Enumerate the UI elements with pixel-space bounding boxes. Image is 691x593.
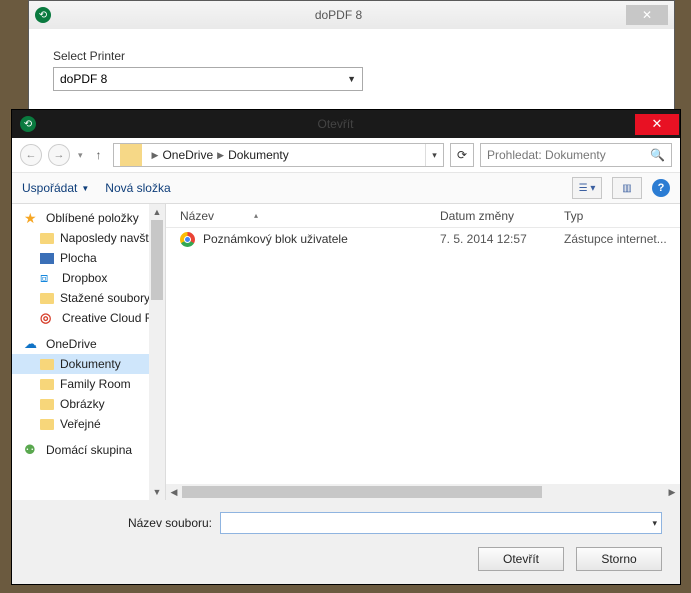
scroll-down-icon[interactable]: ▼: [149, 484, 165, 500]
dopdf-title: doPDF 8: [51, 8, 626, 22]
folder-icon: [40, 419, 54, 430]
chevron-down-icon: ▾: [652, 518, 657, 529]
scroll-right-icon[interactable]: ▶: [664, 487, 680, 498]
folder-icon: [40, 233, 54, 244]
preview-pane-button[interactable]: ▥: [612, 177, 642, 199]
content-area: ★Oblíbené položky Naposledy navšt Plocha…: [12, 204, 680, 500]
list-h-scrollbar[interactable]: ◀ ▶: [166, 484, 680, 500]
tree-favorites[interactable]: ★Oblíbené položky: [12, 208, 165, 228]
tree-onedrive[interactable]: ☁OneDrive: [12, 334, 165, 354]
tree-public[interactable]: Veřejné: [12, 414, 165, 434]
cancel-button[interactable]: Storno: [576, 547, 662, 571]
nav-back-button[interactable]: ←: [20, 144, 42, 166]
scrollbar-thumb[interactable]: [151, 220, 163, 300]
dopdf-titlebar: ⟲ doPDF 8 ✕: [29, 1, 674, 29]
column-type[interactable]: Typ: [550, 209, 680, 223]
column-date[interactable]: Datum změny: [426, 209, 550, 223]
sort-indicator-icon: ▴: [254, 211, 258, 220]
toolbar: Uspořádat ▼ Nová složka ☰ ▾ ▥ ?: [12, 172, 680, 204]
folder-icon: [40, 293, 54, 304]
desktop-icon: [40, 253, 54, 264]
file-name-cell: Poznámkový blok uživatele: [166, 232, 426, 247]
refresh-button[interactable]: ⟳: [450, 143, 474, 167]
chevron-right-icon: ▶: [148, 150, 163, 161]
nav-row: ← → ▾ ↑ ▶ OneDrive ▶ Dokumenty ▾ ⟳ Prohl…: [12, 138, 680, 172]
organize-menu[interactable]: Uspořádat ▼: [22, 181, 89, 195]
search-placeholder: Prohledat: Dokumenty: [487, 148, 606, 162]
dialog-app-icon: ⟲: [20, 116, 36, 132]
search-icon: 🔍: [650, 148, 665, 162]
file-open-dialog: ⟲ Otevřít ✕ ← → ▾ ↑ ▶ OneDrive ▶ Dokumen…: [12, 110, 680, 584]
tree-homegroup[interactable]: ⚉Domácí skupina: [12, 440, 165, 460]
filename-row: Název souboru: ▾: [12, 500, 680, 540]
tree-pictures[interactable]: Obrázky: [12, 394, 165, 414]
breadcrumb-dropdown[interactable]: ▾: [425, 144, 443, 166]
nav-up-button[interactable]: ↑: [91, 148, 107, 162]
homegroup-icon: ⚉: [24, 442, 40, 458]
help-button[interactable]: ?: [652, 179, 670, 197]
scroll-left-icon[interactable]: ◀: [166, 487, 182, 498]
chrome-icon: [180, 232, 195, 247]
new-folder-button[interactable]: Nová složka: [105, 181, 170, 195]
scrollbar-thumb[interactable]: [182, 486, 542, 498]
tree-scrollbar[interactable]: ▲ ▼: [149, 204, 165, 500]
view-mode-button[interactable]: ☰ ▾: [572, 177, 602, 199]
filename-label: Název souboru:: [30, 516, 220, 530]
file-list: Název▴ Datum změny Typ Poznámkový blok u…: [166, 204, 680, 500]
nav-forward-button[interactable]: →: [48, 144, 70, 166]
search-input[interactable]: Prohledat: Dokumenty 🔍: [480, 143, 672, 167]
dialog-title: Otevřít: [36, 117, 635, 131]
tree-family-room[interactable]: Family Room: [12, 374, 165, 394]
tree-dropbox[interactable]: ⧈Dropbox: [12, 268, 165, 288]
printer-select[interactable]: doPDF 8 ▼: [53, 67, 363, 91]
breadcrumb-onedrive[interactable]: OneDrive: [162, 148, 213, 162]
folder-icon: [120, 144, 142, 166]
chevron-right-icon: ▶: [213, 150, 228, 161]
breadcrumb-dokumenty[interactable]: Dokumenty: [228, 148, 289, 162]
column-name[interactable]: Název▴: [166, 209, 426, 223]
nav-tree: ★Oblíbené položky Naposledy navšt Plocha…: [12, 204, 166, 500]
dopdf-app-icon: ⟲: [35, 7, 51, 23]
tree-recent[interactable]: Naposledy navšt: [12, 228, 165, 248]
tree-desktop[interactable]: Plocha: [12, 248, 165, 268]
dopdf-close-button[interactable]: ✕: [626, 5, 668, 25]
folder-icon: [40, 379, 54, 390]
breadcrumb[interactable]: ▶ OneDrive ▶ Dokumenty ▾: [113, 143, 444, 167]
select-printer-label: Select Printer: [53, 49, 650, 63]
dialog-button-row: Otevřít Storno: [12, 540, 680, 584]
open-button[interactable]: Otevřít: [478, 547, 564, 571]
dialog-close-button[interactable]: ✕: [635, 114, 679, 135]
folder-icon: [40, 399, 54, 410]
dropdown-caret-icon: ▼: [347, 74, 356, 84]
scroll-up-icon[interactable]: ▲: [149, 204, 165, 220]
nav-history-dropdown[interactable]: ▾: [76, 150, 85, 161]
printer-selected-value: doPDF 8: [60, 72, 107, 86]
folder-icon: [40, 359, 54, 370]
file-type-cell: Zástupce internet...: [550, 232, 680, 246]
tree-creative-cloud[interactable]: ◎Creative Cloud Fi: [12, 308, 165, 328]
onedrive-icon: ☁: [24, 336, 40, 352]
filename-input[interactable]: ▾: [220, 512, 662, 534]
chevron-down-icon: ▼: [81, 184, 89, 193]
file-date-cell: 7. 5. 2014 12:57: [426, 232, 550, 246]
dialog-titlebar[interactable]: ⟲ Otevřít ✕: [12, 110, 680, 138]
list-header: Název▴ Datum změny Typ: [166, 204, 680, 228]
star-icon: ★: [24, 210, 40, 226]
tree-documents[interactable]: Dokumenty: [12, 354, 165, 374]
list-item[interactable]: Poznámkový blok uživatele 7. 5. 2014 12:…: [166, 228, 680, 250]
tree-downloads[interactable]: Stažené soubory: [12, 288, 165, 308]
creative-cloud-icon: ◎: [40, 310, 56, 326]
dropbox-icon: ⧈: [40, 270, 56, 286]
